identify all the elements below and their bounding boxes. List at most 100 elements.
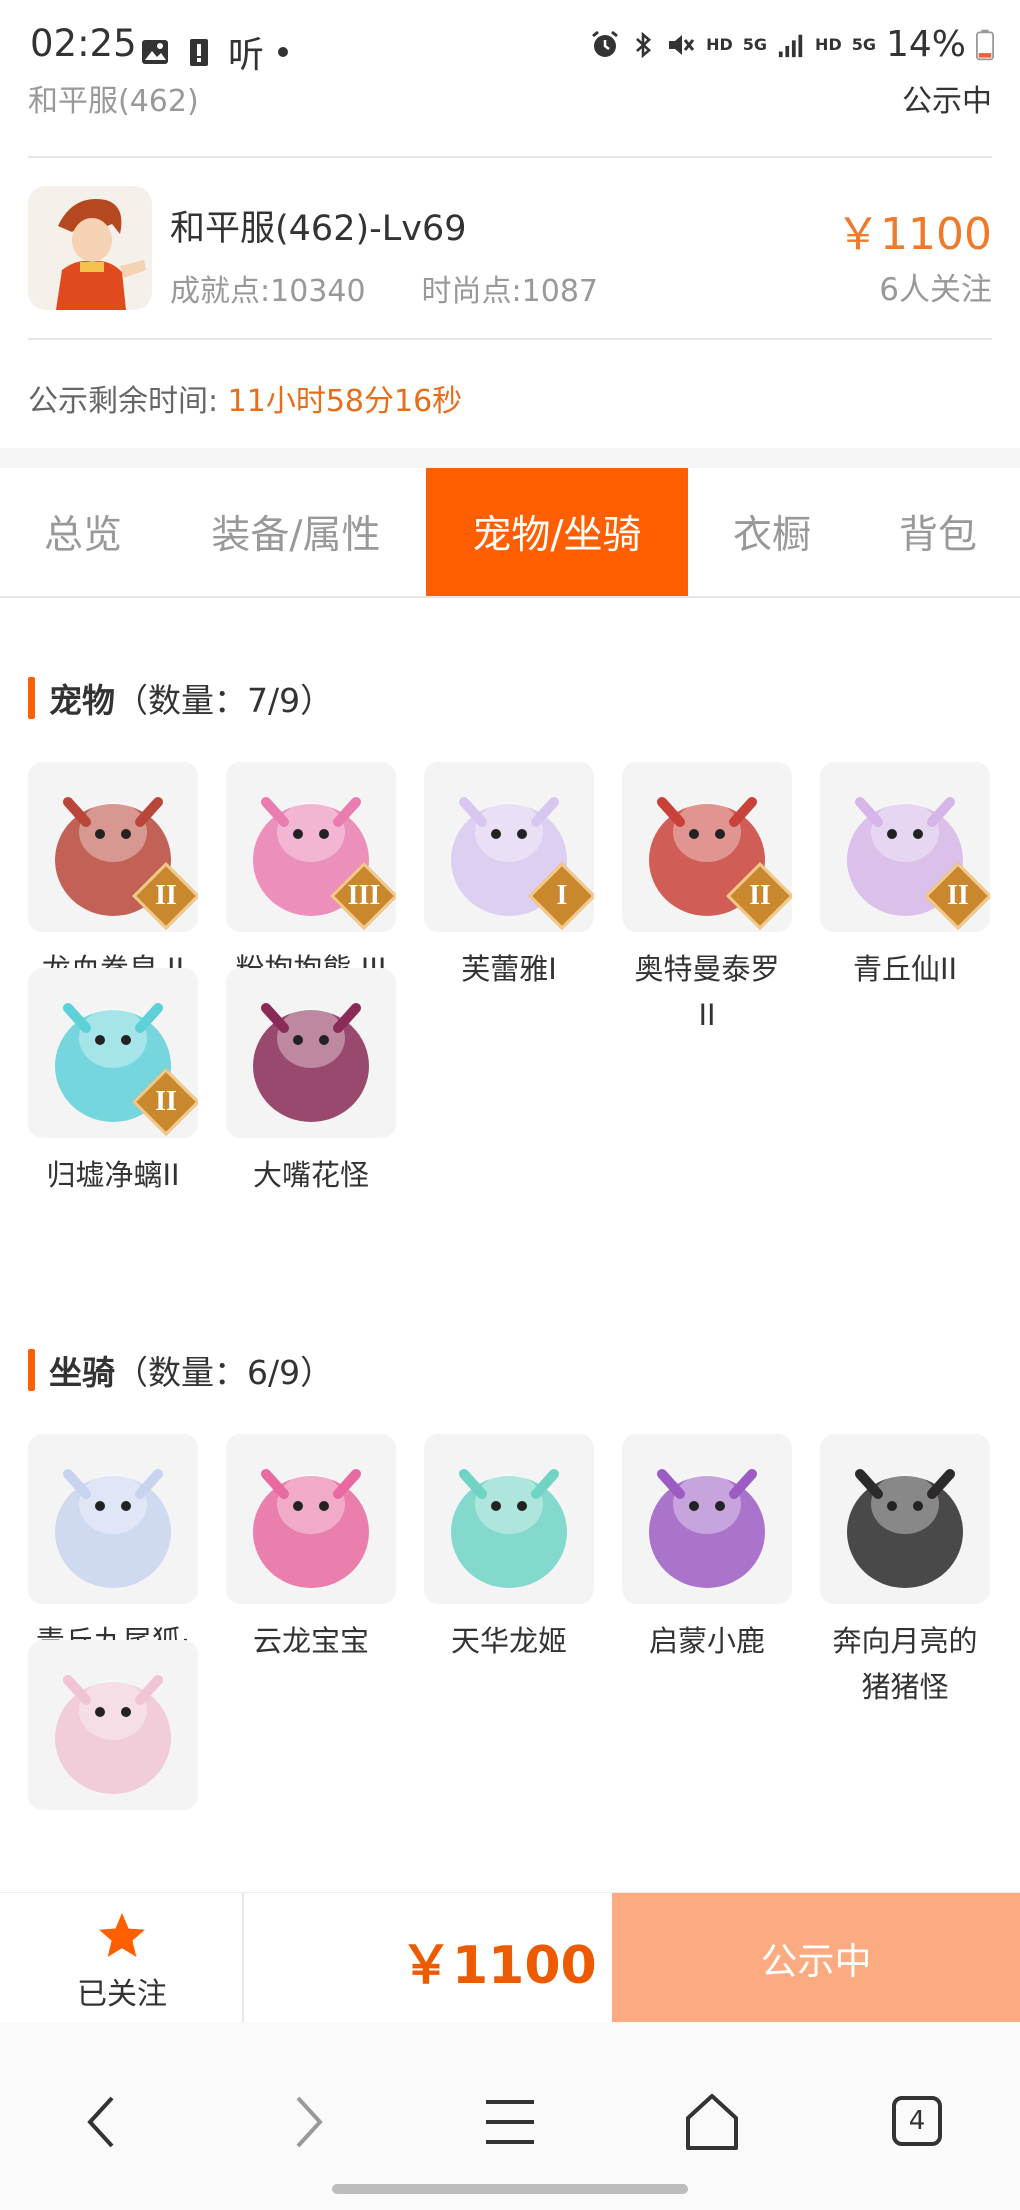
bottom-price: ￥1100 bbox=[400, 1936, 597, 1996]
tabs-count: 4 bbox=[908, 2106, 926, 2136]
mount-item[interactable]: 云龙宝宝 bbox=[226, 1434, 396, 1664]
creature-thumbnail: II bbox=[28, 762, 198, 932]
home-indicator[interactable] bbox=[332, 2184, 688, 2194]
menu-icon[interactable] bbox=[484, 2092, 536, 2152]
mount-item[interactable]: 启蒙小鹿 bbox=[622, 1434, 792, 1664]
section-count: （数量：6/9） bbox=[115, 1353, 334, 1392]
section-accent-bar bbox=[28, 1349, 35, 1391]
mount-item[interactable] bbox=[28, 1640, 198, 1824]
creature-name: 奔向月亮的猪猪怪 bbox=[832, 1624, 978, 1704]
creature-thumbnail: III bbox=[226, 762, 396, 932]
creature-image-icon bbox=[253, 1469, 369, 1588]
tier-badge-label: II bbox=[155, 1086, 177, 1117]
tier-badge-label: III bbox=[347, 880, 381, 911]
section-gap bbox=[0, 448, 1020, 468]
signal-icon bbox=[778, 34, 803, 57]
pet-item[interactable]: 大嘴花怪 bbox=[226, 968, 396, 1198]
creature-thumbnail bbox=[226, 968, 396, 1138]
favorite-button[interactable]: 已关注 bbox=[0, 1893, 244, 2023]
creature-thumbnail bbox=[424, 1434, 594, 1604]
mute-icon bbox=[669, 34, 695, 55]
product-title: 和平服(462)-Lv69 bbox=[170, 209, 467, 249]
follower-count: 6人关注 bbox=[879, 272, 992, 308]
mount-item[interactable]: 天华龙姬 bbox=[424, 1434, 594, 1664]
divider bbox=[28, 338, 992, 340]
mounts-section-title: 坐骑 （数量：6/9） bbox=[28, 1346, 333, 1394]
creature-image-icon bbox=[55, 1469, 171, 1588]
forward-icon[interactable] bbox=[288, 2092, 328, 2152]
pet-item[interactable]: II 奥特曼泰罗 II bbox=[622, 762, 792, 1038]
battery-percent: 14% bbox=[885, 24, 966, 65]
status-subtitle: 公示中 bbox=[902, 84, 992, 119]
mount-item[interactable]: 奔向月亮的猪猪怪 bbox=[820, 1434, 990, 1710]
server-subtitle: 和平服(462) bbox=[28, 84, 199, 119]
pets-section-title: 宠物 （数量：7/9） bbox=[28, 674, 333, 722]
pet-item[interactable]: II 归墟净螭II bbox=[28, 968, 198, 1198]
tabs-count-button[interactable]: 4 bbox=[892, 2096, 942, 2146]
creature-name: 大嘴花怪 bbox=[252, 1158, 369, 1192]
creature-name: 芙蕾雅I bbox=[461, 952, 557, 986]
character-avatar[interactable] bbox=[28, 186, 152, 310]
pet-item[interactable]: II 青丘仙II bbox=[820, 762, 990, 992]
status-right-icons: HD 5G HD 5G 14% bbox=[590, 24, 994, 65]
listen-app-icon: 听 bbox=[228, 35, 265, 76]
dot-icon bbox=[278, 47, 289, 57]
pet-item[interactable]: III粉抱抱熊 III bbox=[226, 762, 396, 992]
status-left-icons: 听 bbox=[140, 26, 289, 78]
home-icon[interactable] bbox=[684, 2092, 740, 2152]
tab-label: 总览 bbox=[43, 513, 122, 558]
creature-image-icon bbox=[847, 1469, 963, 1588]
creature-thumbnail bbox=[622, 1434, 792, 1604]
tab-backpack[interactable]: 背包 bbox=[856, 468, 1020, 596]
bottom-action-bar: 已关注 ￥1100 公示中 bbox=[0, 1892, 1020, 2023]
section-count: （数量：7/9） bbox=[115, 681, 334, 720]
hd-icon: HD bbox=[815, 35, 842, 54]
publicity-countdown: 公示剩余时间: 11小时58分16秒 bbox=[28, 376, 462, 420]
creature-image-icon bbox=[649, 1469, 765, 1588]
section-name: 坐骑 bbox=[49, 1353, 115, 1392]
creature-image-icon bbox=[253, 1003, 369, 1122]
countdown-label: 公示剩余时间: bbox=[28, 384, 219, 419]
creature-name: 天华龙姬 bbox=[450, 1624, 567, 1658]
creature-thumbnail bbox=[820, 1434, 990, 1604]
section-accent-bar bbox=[28, 677, 35, 719]
battery-icon bbox=[976, 29, 994, 60]
alarm-icon bbox=[592, 30, 619, 57]
back-icon[interactable] bbox=[82, 2092, 122, 2152]
tab-label: 衣橱 bbox=[732, 513, 811, 558]
pet-item[interactable]: II龙血拳皇 II bbox=[28, 762, 198, 992]
creature-name: 启蒙小鹿 bbox=[648, 1624, 765, 1658]
creature-image-icon bbox=[451, 1469, 567, 1588]
creature-thumbnail: II bbox=[622, 762, 792, 932]
fashion-points: 时尚点:1087 bbox=[421, 274, 599, 309]
creature-thumbnail bbox=[28, 1640, 198, 1810]
tab-wardrobe[interactable]: 衣橱 bbox=[688, 468, 856, 596]
achievement-points: 成就点:10340 bbox=[170, 274, 366, 309]
character-portrait-icon bbox=[28, 186, 152, 310]
creature-thumbnail: II bbox=[820, 762, 990, 932]
tab-label: 背包 bbox=[898, 513, 977, 558]
divider bbox=[28, 156, 992, 158]
product-price: ￥1100 bbox=[836, 209, 992, 260]
creature-name: 归墟净螭II bbox=[46, 1158, 180, 1192]
creature-name: 青丘仙II bbox=[852, 952, 958, 986]
5g-signal-icon: 5G bbox=[851, 34, 876, 54]
tab-overview[interactable]: 总览 bbox=[0, 468, 166, 596]
pet-item[interactable]: I 芙蕾雅I bbox=[424, 762, 594, 992]
tab-pets-mounts[interactable]: 宠物/坐骑 bbox=[426, 468, 688, 596]
creature-thumbnail bbox=[226, 1434, 396, 1604]
creature-name: 云龙宝宝 bbox=[252, 1624, 369, 1658]
tab-label: 宠物/坐骑 bbox=[472, 513, 642, 558]
tab-equipment[interactable]: 装备/属性 bbox=[166, 468, 426, 596]
section-name: 宠物 bbox=[49, 681, 115, 720]
creature-thumbnail: I bbox=[424, 762, 594, 932]
status-time: 02:25 bbox=[30, 22, 137, 65]
tier-badge-label: I bbox=[556, 880, 568, 911]
product-meta: 成就点:10340 时尚点:1087 bbox=[170, 266, 598, 310]
publicity-status-button[interactable]: 公示中 bbox=[612, 1893, 1020, 2023]
5g-icon: 5G bbox=[742, 34, 768, 54]
creature-thumbnail bbox=[28, 1434, 198, 1604]
button-label: 公示中 bbox=[760, 1940, 872, 1983]
tier-badge-label: II bbox=[749, 880, 771, 911]
tier-badge-label: II bbox=[947, 880, 969, 911]
